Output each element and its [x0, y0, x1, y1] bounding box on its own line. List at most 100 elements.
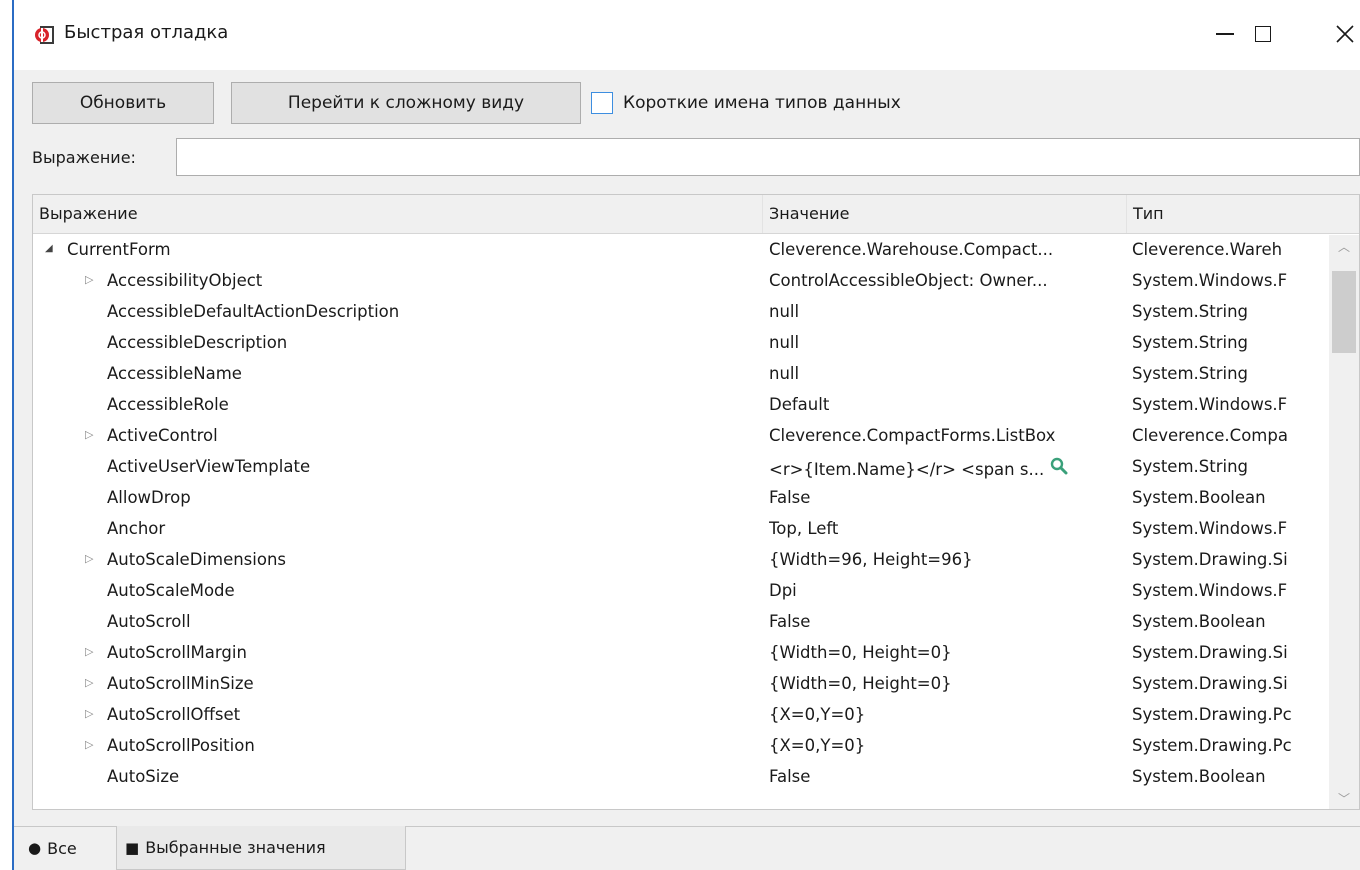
row-type: System.Windows.F	[1132, 519, 1288, 538]
row-value: <r>{Item.Name}</r> <span s...	[769, 457, 1125, 480]
row-expression: Anchor	[107, 519, 166, 538]
short-type-names-option[interactable]: Короткие имена типов данных	[591, 90, 901, 116]
table-row[interactable]: ActiveUserViewTemplate <r>{Item.Name}</r>…	[33, 452, 1329, 483]
row-expression: AutoSize	[107, 767, 180, 786]
table-row[interactable]: ▷ AutoScrollMargin {Width=0, Height=0} Syst…	[33, 638, 1329, 669]
title-bar: Быстрая отладка	[14, 0, 1360, 70]
row-value-text: {Width=0, Height=0}	[769, 674, 952, 693]
row-value: {X=0,Y=0}	[769, 705, 1125, 724]
magnifier-icon[interactable]	[1050, 457, 1068, 480]
row-value-text: Top, Left	[769, 519, 839, 538]
scroll-down-icon[interactable]: ﹀	[1329, 787, 1359, 809]
table-row[interactable]: AutoScroll False System.Boolean	[33, 607, 1329, 638]
row-value: Cleverence.Warehouse.Compact...	[769, 240, 1125, 259]
short-type-names-checkbox[interactable]	[591, 92, 613, 114]
bottom-tab-bar: ● Все ■ Выбранные значения	[14, 826, 1360, 870]
row-value-text: False	[769, 767, 811, 786]
row-value-text: {X=0,Y=0}	[769, 736, 866, 755]
row-value: null	[769, 333, 1125, 352]
row-expression: AllowDrop	[107, 488, 191, 507]
row-expression: AutoScrollMinSize	[107, 674, 254, 693]
filled-circle-icon: ●	[28, 839, 42, 857]
row-type: System.Boolean	[1132, 767, 1266, 786]
table-row[interactable]: AccessibleDescription null System.String	[33, 328, 1329, 359]
row-expression: AutoScrollOffset	[107, 705, 241, 724]
app-icon	[34, 24, 56, 46]
column-header-type[interactable]: Тип	[1127, 195, 1359, 233]
collapsed-arrow-icon[interactable]: ▷	[85, 552, 97, 566]
refresh-button[interactable]: Обновить	[32, 82, 214, 124]
collapsed-arrow-icon[interactable]: ▷	[85, 645, 97, 659]
collapsed-arrow-icon[interactable]: ▷	[85, 707, 97, 721]
table-row[interactable]: ▷ ActiveControl Cleverence.CompactForms.Li…	[33, 421, 1329, 452]
maximize-icon[interactable]	[1240, 14, 1286, 54]
vertical-scrollbar[interactable]: ︿ ﹀	[1329, 235, 1359, 809]
row-value-text: Default	[769, 395, 830, 414]
complex-view-button[interactable]: Перейти к сложному виду	[231, 82, 581, 124]
table-row[interactable]: ▷ AutoScrollOffset {X=0,Y=0} System.Drawing…	[33, 700, 1329, 731]
row-value: False	[769, 767, 1125, 786]
column-header-value[interactable]: Значение	[763, 195, 1127, 233]
table-row[interactable]: AllowDrop False System.Boolean	[33, 483, 1329, 514]
close-icon[interactable]	[1322, 14, 1360, 54]
tab-selected-values-label: Выбранные значения	[145, 838, 326, 857]
row-type: System.Drawing.Pc	[1132, 705, 1292, 724]
row-value: null	[769, 364, 1125, 383]
table-row[interactable]: ▷ AccessibilityObject ControlAccessibleObj…	[33, 266, 1329, 297]
row-type: System.Drawing.Si	[1132, 643, 1288, 662]
expanded-arrow-icon[interactable]: ◢	[45, 242, 57, 256]
row-type: System.String	[1132, 364, 1249, 383]
grid-header: Выражение Значение Тип	[33, 195, 1359, 234]
row-type: System.Drawing.Si	[1132, 674, 1288, 693]
row-value-text: False	[769, 488, 811, 507]
row-type: System.String	[1132, 302, 1249, 321]
row-type: System.Boolean	[1132, 488, 1266, 507]
row-expression: ActiveUserViewTemplate	[107, 457, 311, 476]
table-row[interactable]: AutoScaleMode Dpi System.Windows.F	[33, 576, 1329, 607]
row-value-text: null	[769, 364, 800, 383]
tab-all-label: Все	[47, 838, 77, 858]
tab-selected-values[interactable]: ■ Выбранные значения	[116, 826, 406, 870]
row-expression: AutoScrollPosition	[107, 736, 255, 755]
row-value-text: {Width=0, Height=0}	[769, 643, 952, 662]
table-row[interactable]: AutoSize False System.Boolean	[33, 762, 1329, 793]
tab-all[interactable]: ● Все	[28, 826, 120, 870]
row-value: {X=0,Y=0}	[769, 736, 1125, 755]
row-value-text: {Width=96, Height=96}	[769, 550, 973, 569]
row-type: System.Windows.F	[1132, 581, 1288, 600]
row-value: Cleverence.CompactForms.ListBox	[769, 426, 1125, 445]
collapsed-arrow-icon[interactable]: ▷	[85, 676, 97, 690]
row-type: System.Drawing.Pc	[1132, 736, 1292, 755]
row-expression: AutoScroll	[107, 612, 191, 631]
collapsed-arrow-icon[interactable]: ▷	[85, 428, 97, 442]
table-row[interactable]: AccessibleRole Default System.Windows.F	[33, 390, 1329, 421]
table-row[interactable]: ▷ AutoScaleDimensions {Width=96, Height=96…	[33, 545, 1329, 576]
row-expression: AccessibilityObject	[107, 271, 263, 290]
scroll-up-icon[interactable]: ︿	[1329, 235, 1359, 259]
row-value-text: Dpi	[769, 581, 797, 600]
row-value-text: False	[769, 612, 811, 631]
scroll-thumb[interactable]	[1332, 271, 1356, 353]
row-value: False	[769, 488, 1125, 507]
row-value-text: Cleverence.Warehouse.Compact...	[769, 240, 1054, 259]
row-type: System.Boolean	[1132, 612, 1266, 631]
row-value-text: Cleverence.CompactForms.ListBox	[769, 426, 1056, 445]
table-row[interactable]: AccessibleDefaultActionDescription null Sy…	[33, 297, 1329, 328]
expression-input[interactable]	[176, 138, 1360, 176]
table-row[interactable]: ▷ AutoScrollMinSize {Width=0, Height=0} Sys…	[33, 669, 1329, 700]
table-row[interactable]: ◢ CurrentForm Cleverence.Warehouse.Compact…	[33, 235, 1329, 266]
row-value: Top, Left	[769, 519, 1125, 538]
table-row[interactable]: AccessibleName null System.String	[33, 359, 1329, 390]
row-type: System.Drawing.Si	[1132, 550, 1288, 569]
column-header-expression[interactable]: Выражение	[33, 195, 763, 233]
table-row[interactable]: ▷ AutoScrollPosition {X=0,Y=0} System.Drawi…	[33, 731, 1329, 762]
row-expression: AutoScaleDimensions	[107, 550, 287, 569]
collapsed-arrow-icon[interactable]: ▷	[85, 273, 97, 287]
row-value-text: {X=0,Y=0}	[769, 705, 866, 724]
row-expression: AccessibleDescription	[107, 333, 288, 352]
collapsed-arrow-icon[interactable]: ▷	[85, 738, 97, 752]
row-type: System.Windows.F	[1132, 271, 1288, 290]
table-row[interactable]: Anchor Top, Left System.Windows.F	[33, 514, 1329, 545]
row-value: False	[769, 612, 1125, 631]
row-value-text: ControlAccessibleObject: Owner...	[769, 271, 1048, 290]
